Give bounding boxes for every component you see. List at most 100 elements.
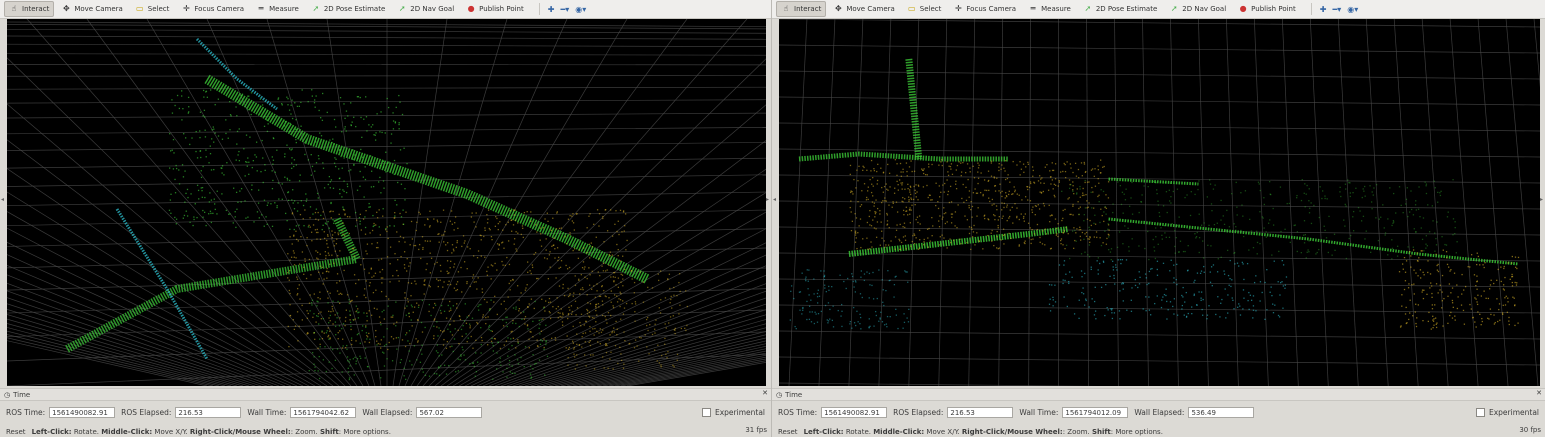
point	[1269, 181, 1271, 183]
point	[313, 332, 315, 334]
point	[198, 198, 200, 200]
point	[866, 169, 868, 171]
point	[365, 250, 367, 252]
point	[366, 253, 368, 255]
point	[1159, 223, 1161, 225]
point	[1436, 221, 1438, 223]
point	[948, 165, 950, 167]
wall-elapsed-field[interactable]: 567.02	[416, 406, 483, 418]
minus-icon[interactable]: ━▾	[560, 5, 569, 14]
render-viewport[interactable]	[779, 19, 1540, 386]
point-cloud-view[interactable]	[779, 19, 1540, 386]
point	[333, 143, 335, 145]
tool-2d-pose-estimate[interactable]: ➚ 2D Pose Estimate	[1078, 1, 1162, 17]
point	[1161, 238, 1163, 240]
close-icon[interactable]: ✕	[762, 389, 768, 397]
tool-move-camera[interactable]: ✥ Move Camera	[56, 1, 127, 17]
point	[375, 335, 377, 338]
collapse-right-icon[interactable]: ▸	[766, 196, 770, 206]
point	[453, 338, 456, 340]
collapse-left-icon[interactable]: ◂	[773, 196, 777, 206]
tool-publish-point[interactable]: ● Publish Point	[461, 1, 529, 17]
point	[1156, 295, 1158, 297]
tool-measure[interactable]: ═ Measure	[1023, 1, 1076, 17]
tool-interact[interactable]: ☝ Interact	[776, 1, 827, 17]
point	[987, 180, 989, 182]
tool-2d-pose-estimate[interactable]: ➚ 2D Pose Estimate	[306, 1, 390, 17]
interact-icon: ☝	[11, 4, 17, 13]
point	[977, 171, 979, 173]
close-icon[interactable]: ✕	[1536, 389, 1542, 397]
point	[871, 201, 874, 203]
status-key: Right-Click/Mouse Wheel:	[189, 427, 291, 436]
point	[1058, 264, 1061, 266]
point	[210, 221, 213, 224]
checkbox-box[interactable]	[701, 407, 711, 417]
point	[580, 325, 582, 327]
checkbox-box[interactable]	[1475, 407, 1485, 417]
tool-focus-camera[interactable]: ✛ Focus Camera	[176, 1, 249, 17]
point	[556, 297, 558, 299]
point	[968, 190, 971, 192]
wall-elapsed-field[interactable]: 536.49	[1188, 406, 1255, 418]
ros-time-field[interactable]: 1561490082.91	[821, 406, 888, 418]
point	[914, 189, 916, 191]
point	[1480, 295, 1482, 297]
experimental-checkbox[interactable]: Experimental	[701, 407, 765, 417]
point	[963, 201, 965, 203]
point	[1434, 187, 1436, 189]
point	[1126, 309, 1128, 311]
plus-icon[interactable]: ✚	[1320, 5, 1327, 14]
point	[1072, 185, 1074, 187]
point	[1515, 284, 1518, 286]
point	[1089, 236, 1091, 238]
point	[1216, 271, 1219, 273]
reset-button[interactable]: Reset	[6, 428, 26, 436]
point	[330, 217, 332, 219]
tool-focus-camera[interactable]: ✛ Focus Camera	[948, 1, 1021, 17]
point	[287, 272, 289, 274]
wall-time-field[interactable]: 1561794012.09	[1062, 406, 1129, 418]
ros-elapsed-field[interactable]: 216.53	[947, 406, 1014, 418]
point	[210, 169, 213, 171]
plus-icon[interactable]: ✚	[548, 5, 555, 14]
ros-time-field[interactable]: 1561490082.91	[49, 406, 116, 418]
point	[1488, 318, 1490, 320]
ros-elapsed-field[interactable]: 216.53	[175, 406, 242, 418]
eye-icon[interactable]: ◉▾	[575, 5, 586, 14]
collapse-left-icon[interactable]: ◂	[1, 196, 5, 206]
point	[576, 343, 578, 346]
point	[900, 241, 903, 244]
point	[1190, 191, 1192, 193]
minus-icon[interactable]: ━▾	[1332, 5, 1341, 14]
experimental-checkbox[interactable]: Experimental	[1475, 407, 1539, 417]
point	[480, 352, 482, 354]
tool-move-camera[interactable]: ✥ Move Camera	[828, 1, 899, 17]
point	[1288, 202, 1291, 205]
tool-2d-nav-goal[interactable]: ➚ 2D Nav Goal	[1164, 1, 1231, 17]
eye-icon[interactable]: ◉▾	[1347, 5, 1358, 14]
point	[477, 305, 479, 308]
tool-select[interactable]: ▭ Select	[130, 1, 175, 17]
point-cloud-view[interactable]	[7, 19, 766, 386]
tool-publish-point[interactable]: ● Publish Point	[1233, 1, 1301, 17]
point	[545, 238, 547, 240]
collapse-right-icon[interactable]: ▸	[1540, 196, 1544, 206]
point	[536, 277, 538, 280]
tool-select[interactable]: ▭ Select	[902, 1, 947, 17]
wall-time-field[interactable]: 1561794042.62	[290, 406, 357, 418]
select-icon: ▭	[908, 4, 916, 13]
render-viewport[interactable]	[7, 19, 766, 386]
tool-measure[interactable]: ═ Measure	[251, 1, 304, 17]
point	[354, 356, 356, 359]
point	[1078, 213, 1080, 215]
point	[613, 280, 615, 282]
point	[209, 192, 211, 194]
tool-2d-nav-goal[interactable]: ➚ 2D Nav Goal	[392, 1, 459, 17]
point	[372, 124, 374, 126]
tool-interact[interactable]: ☝ Interact	[4, 1, 55, 17]
point	[502, 229, 504, 231]
point	[570, 313, 573, 315]
point	[908, 196, 910, 198]
reset-button[interactable]: Reset	[778, 428, 798, 436]
